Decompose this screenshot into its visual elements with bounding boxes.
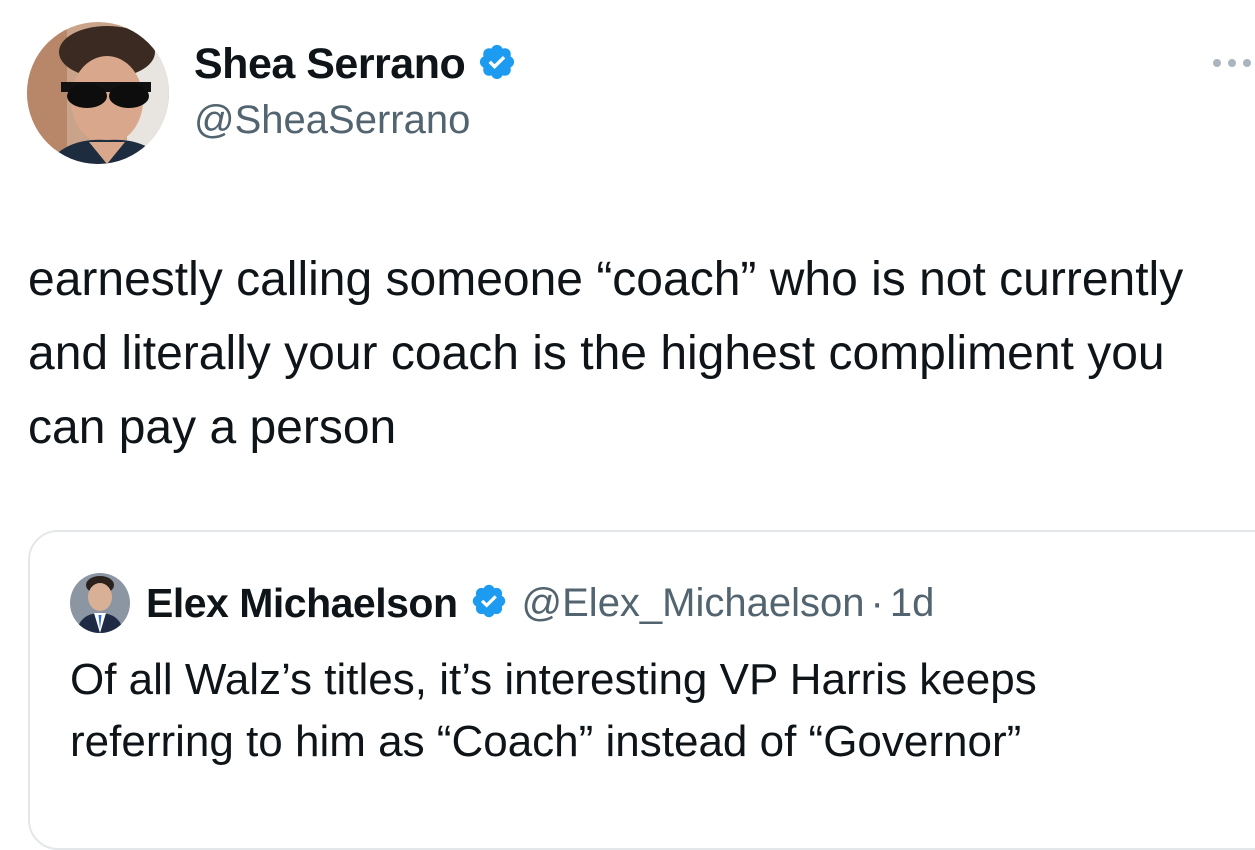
author-avatar[interactable]	[27, 22, 169, 164]
more-horizontal-icon[interactable]	[1209, 48, 1255, 78]
quoted-author-name[interactable]: Elex Michaelson	[146, 580, 458, 627]
verified-badge-icon	[477, 42, 517, 87]
author-handle[interactable]: @SheaSerrano	[194, 98, 470, 143]
quoted-tweet-card[interactable]: Elex Michaelson @Elex_Michaelson · 1d Of…	[28, 530, 1255, 850]
quoted-tweet-header: Elex Michaelson @Elex_Michaelson · 1d	[70, 572, 934, 634]
quoted-tweet-text: Of all Walz’s titles, it’s interesting V…	[70, 655, 1037, 766]
avatar-image	[27, 22, 169, 164]
quoted-author-avatar[interactable]	[70, 573, 130, 633]
author-name[interactable]: Shea Serrano	[194, 40, 466, 89]
quoted-tweet-timestamp[interactable]: 1d	[890, 581, 935, 626]
tweet-text: earnestly calling someone “coach” who is…	[28, 253, 1184, 454]
quoted-author-handle[interactable]: @Elex_Michaelson	[522, 581, 865, 626]
separator-dot: ·	[870, 580, 884, 625]
verified-badge-icon	[470, 582, 508, 625]
author-name-row: Shea Serrano	[194, 38, 517, 90]
quoted-avatar-image	[70, 573, 130, 633]
